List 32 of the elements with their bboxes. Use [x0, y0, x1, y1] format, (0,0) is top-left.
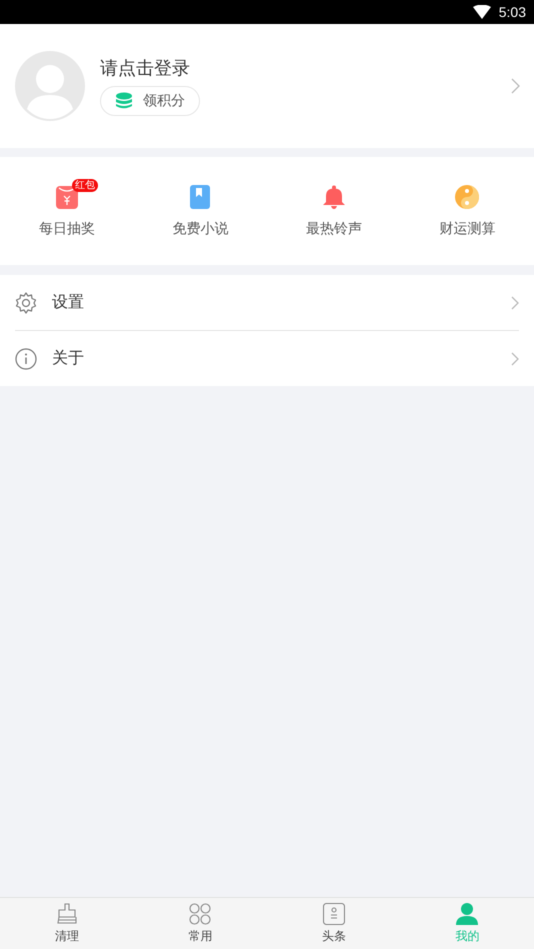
shortcut-label: 免费小说	[172, 220, 228, 238]
shortcut-item[interactable]: 最热铃声	[267, 157, 400, 265]
person-icon	[456, 902, 478, 924]
nav-tab[interactable]: 头条	[267, 898, 400, 949]
shortcut-label: 财运测算	[439, 220, 496, 238]
document-icon	[322, 902, 345, 924]
shortcut-label: 最热铃声	[306, 220, 362, 238]
settings-icon	[15, 292, 37, 314]
chevron-icon	[511, 78, 520, 94]
shortcut-label: 每日抽奖	[38, 220, 95, 238]
bell-icon	[322, 185, 346, 209]
menu-item[interactable]: 关于	[15, 331, 519, 386]
shortcut-item[interactable]: 财运测算	[400, 157, 534, 265]
clock: 5:03	[498, 4, 526, 20]
brush-icon	[56, 902, 78, 924]
info-icon	[15, 348, 37, 370]
chevron-icon	[511, 296, 519, 310]
profile-card[interactable]: 请点击登录 领积分	[0, 24, 534, 148]
wifi-icon	[472, 5, 491, 19]
nav-tab[interactable]: 清理	[0, 898, 134, 949]
menu-item[interactable]: 设置	[15, 275, 519, 331]
gift-badge: 红包	[72, 179, 98, 192]
shortcut-item[interactable]: 免费小说	[134, 157, 267, 265]
points-button[interactable]: 领积分	[100, 86, 200, 116]
book-icon	[190, 185, 210, 209]
shortcut-item[interactable]: 红包 每日抽奖	[0, 157, 134, 265]
coins-icon	[115, 92, 133, 110]
yin-yang-icon	[455, 185, 480, 209]
nav-tab[interactable]: 常用	[134, 898, 267, 949]
login-prompt[interactable]: 请点击登录	[100, 56, 190, 80]
grid-icon	[189, 902, 212, 924]
chevron-icon	[511, 352, 519, 366]
